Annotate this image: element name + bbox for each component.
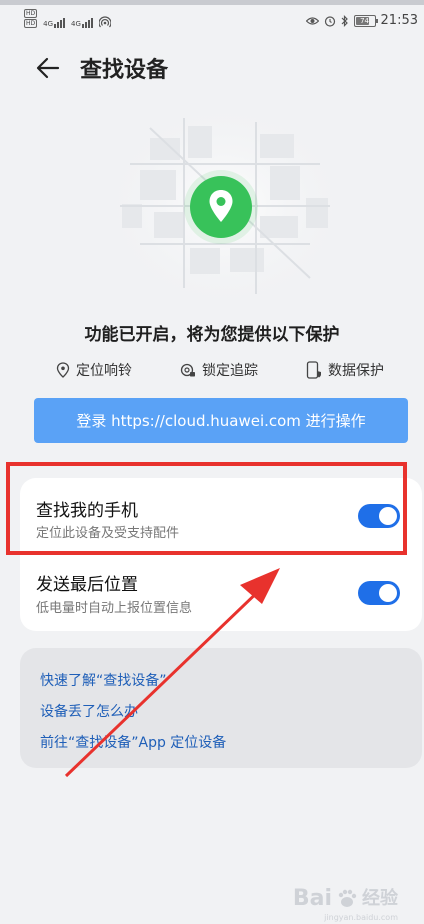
feature-locate-ring: 定位响铃 <box>56 360 132 380</box>
toggle-knob <box>379 584 397 602</box>
highlight-box <box>6 462 407 555</box>
feature-label: 定位响铃 <box>76 363 132 379</box>
location-pin-badge <box>190 176 252 238</box>
network-type-2: 4G <box>71 20 81 28</box>
location-pin-icon <box>209 190 233 222</box>
paw-logo-icon <box>338 889 357 907</box>
status-left: HD HD 4G 4G <box>24 9 111 28</box>
app-header: 查找设备 <box>0 48 424 88</box>
battery-level: 74 <box>360 16 369 25</box>
cloud-login-button[interactable]: 登录 https://cloud.huawei.com 进行操作 <box>34 398 408 443</box>
link-open-find-device-app[interactable]: 前往“查找设备”App 定位设备 <box>40 732 226 752</box>
feature-list: 定位响铃 锁定追踪 数据保护 <box>0 360 424 382</box>
link-learn-find-device[interactable]: 快速了解“查找设备” <box>40 670 167 690</box>
bluetooth-icon <box>341 14 348 27</box>
watermark-url: jingyan.baidu.com <box>324 913 398 922</box>
setting-send-last-location[interactable]: 发送最后位置 低电量时自动上报位置信息 <box>20 554 422 630</box>
signal-bars-icon <box>54 18 66 28</box>
send-last-location-toggle[interactable] <box>358 581 400 605</box>
location-pin-icon <box>56 362 70 378</box>
lock-track-icon <box>180 363 195 377</box>
protection-status-text: 功能已开启，将为您提供以下保护 <box>84 325 340 345</box>
feature-data-protect: 数据保护 <box>306 360 384 380</box>
status-right: 74 21:53 <box>305 13 418 28</box>
setting-subtitle: 低电量时自动上报位置信息 <box>36 601 193 616</box>
sim1-hd-badge: HD <box>24 9 38 18</box>
feature-lock-track: 锁定追踪 <box>180 360 258 380</box>
phone-shield-icon <box>306 361 321 379</box>
help-links-card: 快速了解“查找设备” 设备丢了怎么办 前往“查找设备”App 定位设备 <box>20 648 422 768</box>
signal-1: 4G <box>43 18 66 28</box>
hotspot-icon <box>98 16 111 28</box>
back-arrow-icon[interactable] <box>34 54 62 82</box>
status-bar: HD HD 4G 4G 74 21:53 <box>0 5 424 35</box>
sim-tags: HD HD <box>24 9 38 28</box>
eye-icon <box>305 16 319 25</box>
feature-label: 数据保护 <box>328 363 384 379</box>
battery-icon: 74 <box>353 14 378 27</box>
page-title: 查找设备 <box>80 58 169 83</box>
setting-title: 发送最后位置 <box>36 575 138 595</box>
watermark: Bai 经验 jingyan.baidu.com <box>292 884 398 923</box>
alarm-icon <box>324 15 335 27</box>
clock: 21:53 <box>380 13 418 28</box>
watermark-text: Bai <box>292 886 332 911</box>
feature-label: 锁定追踪 <box>202 363 258 379</box>
signal-bars-icon <box>81 18 93 28</box>
network-type-1: 4G <box>43 20 54 28</box>
link-lost-device-help[interactable]: 设备丢了怎么办 <box>40 701 138 721</box>
sim2-hd-badge: HD <box>24 19 38 28</box>
signal-2: 4G <box>71 18 93 28</box>
watermark-cn: 经验 <box>362 888 398 909</box>
